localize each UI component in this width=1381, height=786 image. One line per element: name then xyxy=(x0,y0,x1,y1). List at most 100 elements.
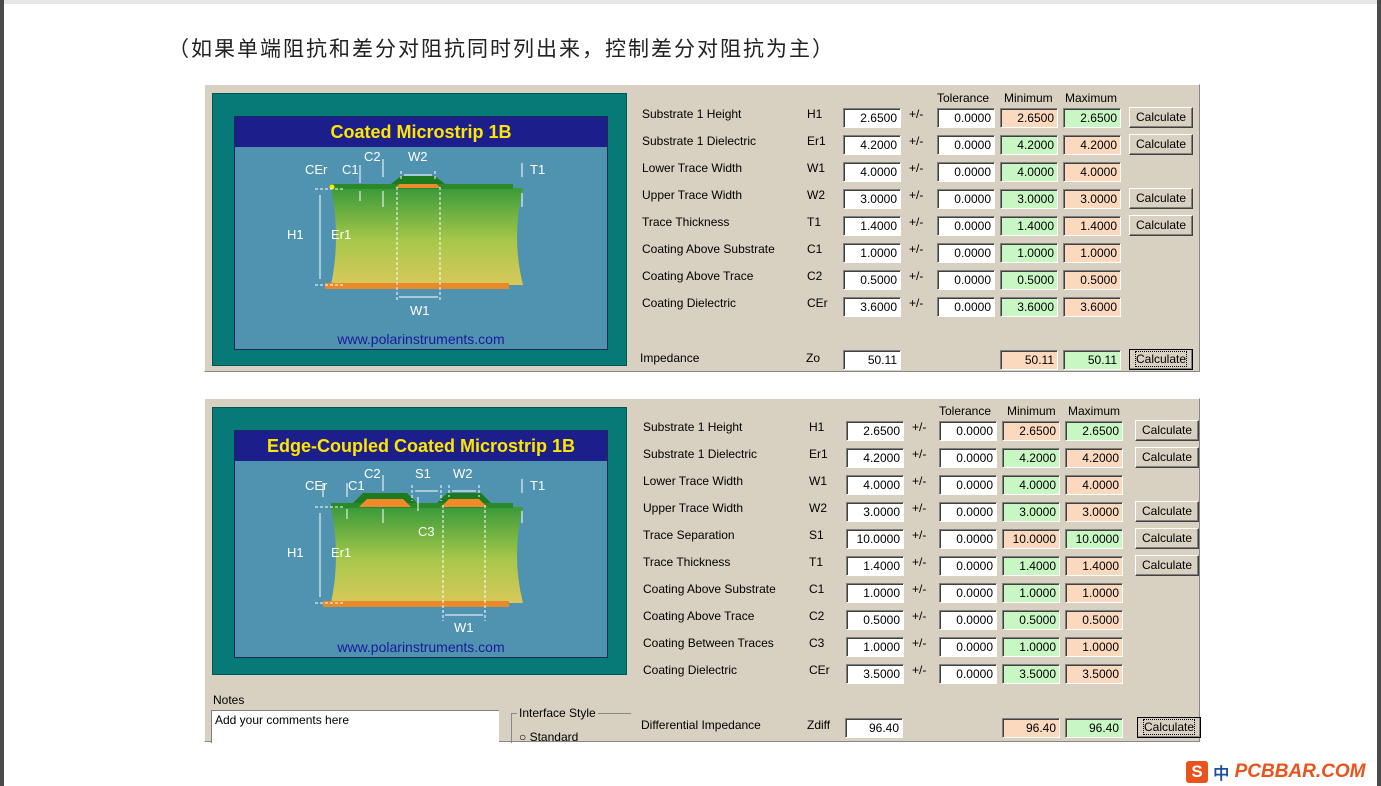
param-value-field[interactable]: 1.0000 xyxy=(843,243,901,263)
calculate-impedance-button[interactable]: Calculate xyxy=(1129,349,1193,370)
impedance-value-field[interactable]: 50.11 xyxy=(843,350,901,370)
param-symbol: C1 xyxy=(809,582,825,596)
param-value-field[interactable]: 1.4000 xyxy=(846,556,904,576)
calculate-w2-button[interactable]: Calculate xyxy=(1135,501,1199,522)
param-max-field[interactable]: 4.2000 xyxy=(1065,448,1123,468)
param-value-field[interactable]: 1.0000 xyxy=(846,583,904,603)
param-min-field[interactable]: 2.6500 xyxy=(1002,421,1060,441)
param-min-field[interactable]: 1.4000 xyxy=(1002,556,1060,576)
differential-impedance-max-field[interactable]: 96.40 xyxy=(1065,718,1123,738)
differential-impedance-min-field[interactable]: 96.40 xyxy=(1002,718,1060,738)
param-max-field[interactable]: 4.0000 xyxy=(1065,475,1123,495)
param-value-field[interactable]: 4.2000 xyxy=(843,135,901,155)
calculate-t1-button[interactable]: Calculate xyxy=(1129,215,1193,236)
param-tolerance-field[interactable]: 0.0000 xyxy=(937,243,995,263)
impedance-min-field[interactable]: 50.11 xyxy=(1000,350,1058,370)
param-tolerance-field[interactable]: 0.0000 xyxy=(937,216,995,236)
param-value-field[interactable]: 4.2000 xyxy=(846,448,904,468)
param-tolerance-field[interactable]: 0.0000 xyxy=(939,502,997,522)
param-tolerance-field[interactable]: 0.0000 xyxy=(937,108,995,128)
param-min-field[interactable]: 2.6500 xyxy=(1000,108,1058,128)
param-value-field[interactable]: 0.5000 xyxy=(843,270,901,290)
param-min-field[interactable]: 3.6000 xyxy=(1000,297,1058,317)
param-tolerance-field[interactable]: 0.0000 xyxy=(939,448,997,468)
param-max-field[interactable]: 2.6500 xyxy=(1063,108,1121,128)
param-tolerance-field[interactable]: 0.0000 xyxy=(939,529,997,549)
param-min-field[interactable]: 3.0000 xyxy=(1000,189,1058,209)
param-symbol: T1 xyxy=(807,215,822,229)
calculate-h1-button[interactable]: Calculate xyxy=(1135,420,1199,441)
param-min-field[interactable]: 1.0000 xyxy=(1000,243,1058,263)
param-max-field[interactable]: 0.5000 xyxy=(1063,270,1121,290)
diagram-label-w2: W2 xyxy=(408,149,428,164)
param-label: Trace Thickness xyxy=(643,555,731,569)
param-max-field[interactable]: 3.6000 xyxy=(1063,297,1121,317)
param-min-field[interactable]: 3.5000 xyxy=(1002,664,1060,684)
param-max-field[interactable]: 4.2000 xyxy=(1063,135,1121,155)
param-tolerance-field[interactable]: 0.0000 xyxy=(939,637,997,657)
param-tolerance-field[interactable]: 0.0000 xyxy=(937,162,995,182)
param-max-field[interactable]: 3.0000 xyxy=(1065,502,1123,522)
param-label: Upper Trace Width xyxy=(643,501,744,515)
param-value-field[interactable]: 2.6500 xyxy=(843,108,901,128)
param-value-field[interactable]: 4.0000 xyxy=(843,162,901,182)
param-value-field[interactable]: 0.5000 xyxy=(846,610,904,630)
param-min-field[interactable]: 4.0000 xyxy=(1002,475,1060,495)
calculate-differential-impedance-button[interactable]: Calculate xyxy=(1137,717,1201,738)
param-value-field[interactable]: 1.0000 xyxy=(846,637,904,657)
param-min-field[interactable]: 10.0000 xyxy=(1002,529,1060,549)
param-tolerance-field[interactable]: 0.0000 xyxy=(937,135,995,155)
param-value-field[interactable]: 3.6000 xyxy=(843,297,901,317)
param-tolerance-field[interactable]: 0.0000 xyxy=(939,475,997,495)
param-tolerance-field[interactable]: 0.0000 xyxy=(939,610,997,630)
param-min-field[interactable]: 1.0000 xyxy=(1002,637,1060,657)
param-max-field[interactable]: 1.0000 xyxy=(1065,637,1123,657)
param-max-field[interactable]: 1.4000 xyxy=(1063,216,1121,236)
param-max-field[interactable]: 1.0000 xyxy=(1065,583,1123,603)
param-max-field[interactable]: 1.4000 xyxy=(1065,556,1123,576)
param-max-field[interactable]: 3.5000 xyxy=(1065,664,1123,684)
calculate-s1-button[interactable]: Calculate xyxy=(1135,528,1199,549)
param-max-field[interactable]: 0.5000 xyxy=(1065,610,1123,630)
param-min-field[interactable]: 4.2000 xyxy=(1002,448,1060,468)
param-tolerance-field[interactable]: 0.0000 xyxy=(939,421,997,441)
param-min-field[interactable]: 1.4000 xyxy=(1000,216,1058,236)
param-value-field[interactable]: 2.6500 xyxy=(846,421,904,441)
param-min-field[interactable]: 4.0000 xyxy=(1000,162,1058,182)
param-min-field[interactable]: 4.2000 xyxy=(1000,135,1058,155)
param-tolerance-field[interactable]: 0.0000 xyxy=(937,297,995,317)
calculate-er1-button[interactable]: Calculate xyxy=(1129,134,1193,155)
param-tolerance-field[interactable]: 0.0000 xyxy=(937,270,995,290)
param-value-field[interactable]: 3.5000 xyxy=(846,664,904,684)
param-tolerance-field[interactable]: 0.0000 xyxy=(939,664,997,684)
param-value-field[interactable]: 10.0000 xyxy=(846,529,904,549)
param-tolerance-field[interactable]: 0.0000 xyxy=(939,583,997,603)
interface-style-standard-radio[interactable]: ○ Standard xyxy=(519,730,578,743)
param-value-field[interactable]: 1.4000 xyxy=(843,216,901,236)
param-max-field[interactable]: 2.6500 xyxy=(1065,421,1123,441)
param-value-field[interactable]: 3.0000 xyxy=(846,502,904,522)
impedance-max-field[interactable]: 50.11 xyxy=(1063,350,1121,370)
param-value-field[interactable]: 4.0000 xyxy=(846,475,904,495)
calculate-h1-button[interactable]: Calculate xyxy=(1129,107,1193,128)
param-min-field[interactable]: 0.5000 xyxy=(1002,610,1060,630)
calculate-er1-button[interactable]: Calculate xyxy=(1135,447,1199,468)
param-min-field[interactable]: 3.0000 xyxy=(1002,502,1060,522)
calculate-t1-button[interactable]: Calculate xyxy=(1135,555,1199,576)
column-header-maximum: Maximum xyxy=(1065,91,1118,105)
plus-minus-label: +/- xyxy=(912,636,927,650)
param-tolerance-field[interactable]: 0.0000 xyxy=(937,189,995,209)
calculate-w2-button[interactable]: Calculate xyxy=(1129,188,1193,209)
radio-circle-icon: ○ xyxy=(519,730,527,743)
param-max-field[interactable]: 1.0000 xyxy=(1063,243,1121,263)
trace-coating xyxy=(391,176,445,184)
param-tolerance-field[interactable]: 0.0000 xyxy=(939,556,997,576)
param-max-field[interactable]: 10.0000 xyxy=(1065,529,1123,549)
notes-textarea[interactable]: Add your comments here xyxy=(211,710,499,743)
differential-impedance-value-field[interactable]: 96.40 xyxy=(845,718,903,738)
param-min-field[interactable]: 1.0000 xyxy=(1002,583,1060,603)
param-min-field[interactable]: 0.5000 xyxy=(1000,270,1058,290)
param-max-field[interactable]: 3.0000 xyxy=(1063,189,1121,209)
param-max-field[interactable]: 4.0000 xyxy=(1063,162,1121,182)
param-value-field[interactable]: 3.0000 xyxy=(843,189,901,209)
